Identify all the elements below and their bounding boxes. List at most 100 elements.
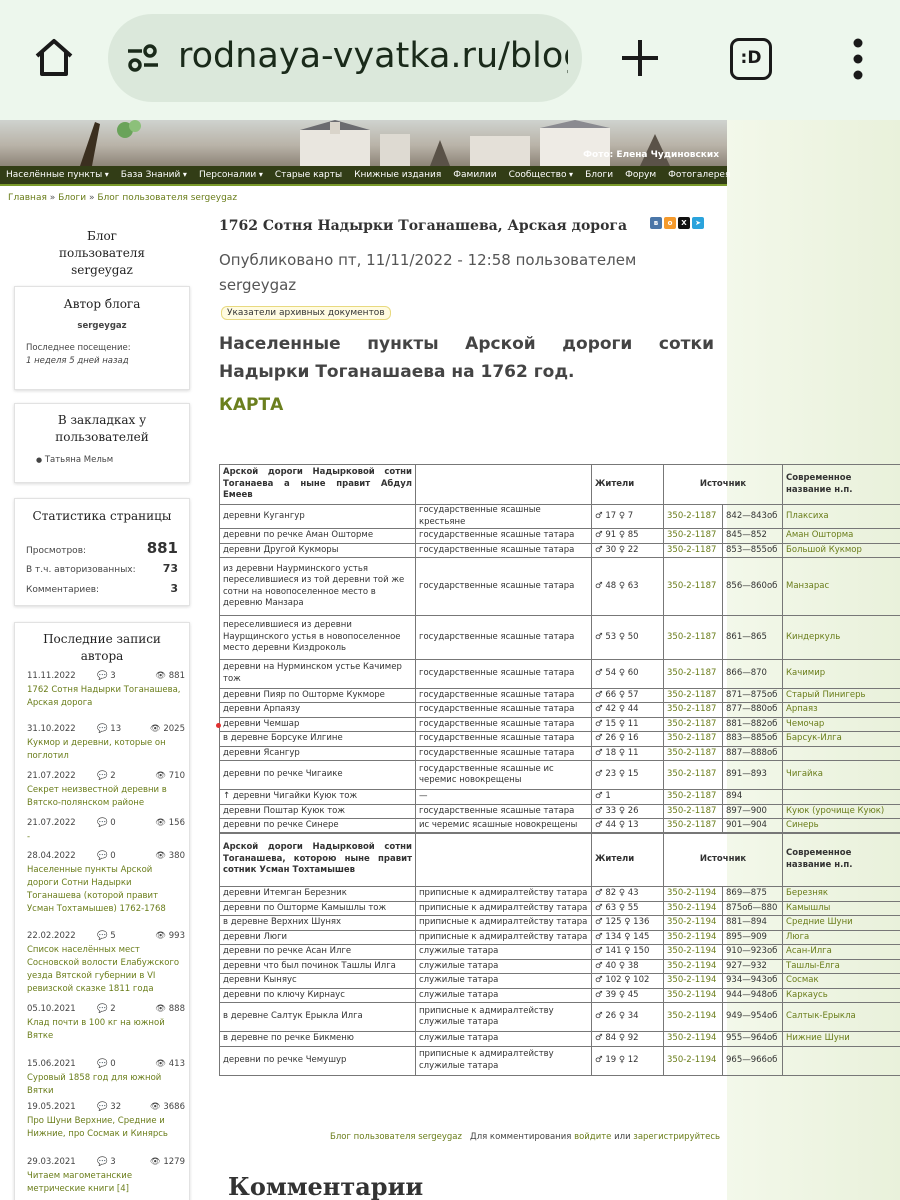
modern-name-link[interactable]: Синерь bbox=[782, 818, 900, 834]
bookmark-user[interactable]: ● Татьяна Мельм bbox=[36, 455, 189, 465]
comment-icon: 💬 bbox=[97, 931, 108, 941]
menu-dots-icon[interactable] bbox=[852, 38, 864, 80]
archive-link[interactable]: 350-2-1187 bbox=[663, 716, 723, 732]
login-link[interactable]: войдите bbox=[574, 1132, 611, 1142]
modern-name-link[interactable]: Чигайка bbox=[782, 760, 900, 790]
post-title-link[interactable]: 1762 Сотня Надырки Тоганашева, Арская до… bbox=[27, 684, 185, 710]
archive-link[interactable]: 350-2-1187 bbox=[663, 542, 723, 558]
modern-name-link[interactable]: Салтык-Ерыкла bbox=[782, 1002, 900, 1032]
modern-name-link[interactable]: Качимир bbox=[782, 658, 900, 689]
modern-name-link[interactable]: Средние Шуни bbox=[782, 915, 900, 931]
archive-link[interactable]: 350-2-1194 bbox=[663, 1031, 723, 1047]
footer-blog-link[interactable]: Блог пользователя sergeygaz bbox=[330, 1132, 462, 1142]
archive-link[interactable]: 350-2-1194 bbox=[663, 1045, 723, 1076]
archive-link[interactable]: 350-2-1187 bbox=[663, 687, 723, 703]
home-icon[interactable] bbox=[32, 36, 76, 80]
author-name[interactable]: sergeygaz bbox=[15, 321, 189, 331]
telegram-share-icon[interactable]: ➤ bbox=[692, 217, 704, 229]
modern-name-link[interactable]: Ташлы-Елга bbox=[782, 958, 900, 974]
post-title-link[interactable]: Список населённых мест Сосновской волост… bbox=[27, 944, 185, 996]
nav-item[interactable]: Книжные издания bbox=[354, 170, 441, 180]
post-title-link[interactable]: Клад почти в 100 кг на южной Вятке bbox=[27, 1017, 185, 1043]
archive-link[interactable]: 350-2-1187 bbox=[663, 789, 723, 805]
post-title-link[interactable]: Про Шуни Верхние, Средние и Нижние, про … bbox=[27, 1115, 185, 1141]
table-row: деревни Итемган Березник приписные к адми… bbox=[219, 886, 900, 902]
address-bar[interactable]: rodnaya-vyatka.ru/blog bbox=[108, 14, 582, 102]
register-link[interactable]: зарегистрируйтесь bbox=[633, 1132, 720, 1142]
archive-link[interactable]: 350-2-1194 bbox=[663, 958, 723, 974]
breadcrumb-blogs[interactable]: Блоги bbox=[58, 193, 86, 203]
nav-item[interactable]: База Знаний bbox=[121, 170, 187, 180]
breadcrumb-separator: » bbox=[46, 193, 59, 203]
modern-name-link[interactable]: Арпаяз bbox=[782, 702, 900, 718]
archive-link[interactable]: 350-2-1187 bbox=[663, 504, 723, 529]
archive-link[interactable]: 350-2-1194 bbox=[663, 944, 723, 960]
nav-item[interactable]: Старые карты bbox=[275, 170, 342, 180]
modern-name-link[interactable]: Березняк bbox=[782, 886, 900, 902]
new-tab-icon[interactable] bbox=[618, 36, 662, 80]
modern-name-link[interactable]: Люга bbox=[782, 929, 900, 945]
settlement-name: переселившиеся из деревни Наурщинского у… bbox=[219, 615, 416, 660]
archive-link[interactable]: 350-2-1194 bbox=[663, 987, 723, 1003]
modern-name-link[interactable]: Куюк (урочище Куюк) bbox=[782, 803, 900, 819]
modern-name-link[interactable]: Барсук-Илга bbox=[782, 731, 900, 747]
breadcrumb-user-blog[interactable]: Блог пользователя sergeygaz bbox=[97, 193, 237, 203]
modern-name-link[interactable] bbox=[782, 745, 900, 761]
archive-link[interactable]: 350-2-1187 bbox=[663, 803, 723, 819]
archive-link[interactable]: 350-2-1194 bbox=[663, 886, 723, 902]
nav-item[interactable]: Персоналии bbox=[199, 170, 263, 180]
post-title-link[interactable]: Населенные пункты Арской дороги Сотни На… bbox=[27, 864, 185, 916]
post-title-link[interactable]: Читаем магометанские метрические книги [… bbox=[27, 1170, 185, 1196]
nav-item[interactable]: Населённые пункты bbox=[6, 170, 109, 180]
archive-link[interactable]: 350-2-1187 bbox=[663, 557, 723, 616]
modern-name-link[interactable] bbox=[782, 789, 900, 805]
nav-item[interactable]: Фамилии bbox=[453, 170, 496, 180]
modern-name-link[interactable]: Сосмак bbox=[782, 973, 900, 989]
post-title-link[interactable]: Кукмор и деревни, которые он поглотил bbox=[27, 737, 185, 763]
breadcrumb-home[interactable]: Главная bbox=[8, 193, 47, 203]
nav-item[interactable]: Сообщество bbox=[509, 170, 573, 180]
archive-link[interactable]: 350-2-1187 bbox=[663, 702, 723, 718]
url-text[interactable]: rodnaya-vyatka.ru/blog bbox=[178, 36, 568, 76]
site-settings-icon[interactable] bbox=[126, 44, 160, 72]
post-title-link[interactable]: Суровый 1858 год для южной Вятки bbox=[27, 1072, 185, 1098]
modern-name-link[interactable]: Манзарас bbox=[782, 557, 900, 616]
tag-badge[interactable]: Указатели архивных документов bbox=[221, 306, 391, 320]
modern-name-link[interactable]: Аман Ошторма bbox=[782, 528, 900, 544]
modern-name-link[interactable]: Каркаусь bbox=[782, 987, 900, 1003]
modern-name-link[interactable]: Чемочар bbox=[782, 716, 900, 732]
modern-name-link[interactable]: Киндеркуль bbox=[782, 615, 900, 660]
archive-link[interactable]: 350-2-1194 bbox=[663, 929, 723, 945]
population-cell: ♂ 40 ♀ 38 bbox=[591, 958, 664, 974]
bookmark-user-name[interactable]: Татьяна Мельм bbox=[45, 455, 113, 465]
modern-name-link[interactable]: Плаксиха bbox=[782, 504, 900, 529]
modern-name-link[interactable]: Нижние Шуни bbox=[782, 1031, 900, 1047]
archive-link[interactable]: 350-2-1187 bbox=[663, 658, 723, 689]
post-title-link[interactable]: Секрет неизвестной деревни в Вятско-поля… bbox=[27, 784, 185, 810]
ok-share-icon[interactable]: о bbox=[664, 217, 676, 229]
stat-comments-value: 3 bbox=[170, 582, 178, 595]
tab-switcher-button[interactable]: :D bbox=[730, 38, 772, 80]
archive-link[interactable]: 350-2-1194 bbox=[663, 900, 723, 916]
archive-link[interactable]: 350-2-1194 bbox=[663, 915, 723, 931]
archive-link[interactable]: 350-2-1187 bbox=[663, 745, 723, 761]
modern-name-link[interactable]: Камышлы bbox=[782, 900, 900, 916]
vk-share-icon[interactable]: в bbox=[650, 217, 662, 229]
nav-item[interactable]: Форум bbox=[625, 170, 656, 180]
x-share-icon[interactable]: X bbox=[678, 217, 690, 229]
archive-link[interactable]: 350-2-1187 bbox=[663, 731, 723, 747]
modern-name-link[interactable] bbox=[782, 1045, 900, 1076]
archive-link[interactable]: 350-2-1194 bbox=[663, 1002, 723, 1032]
modern-name-link[interactable]: Старый Пинигерь bbox=[782, 687, 900, 703]
archive-link[interactable]: 350-2-1187 bbox=[663, 528, 723, 544]
archive-link[interactable]: 350-2-1187 bbox=[663, 760, 723, 790]
post-title-link[interactable]: - bbox=[27, 831, 185, 844]
modern-name-link[interactable]: Большой Кукмор bbox=[782, 542, 900, 558]
modern-name-link[interactable]: Асан-Илга bbox=[782, 944, 900, 960]
archive-link[interactable]: 350-2-1187 bbox=[663, 615, 723, 660]
nav-item[interactable]: Фотогалерея bbox=[668, 170, 730, 180]
map-link[interactable]: КАРТА bbox=[219, 395, 283, 415]
nav-item[interactable]: Блоги bbox=[585, 170, 613, 180]
archive-link[interactable]: 350-2-1187 bbox=[663, 818, 723, 834]
archive-link[interactable]: 350-2-1194 bbox=[663, 973, 723, 989]
